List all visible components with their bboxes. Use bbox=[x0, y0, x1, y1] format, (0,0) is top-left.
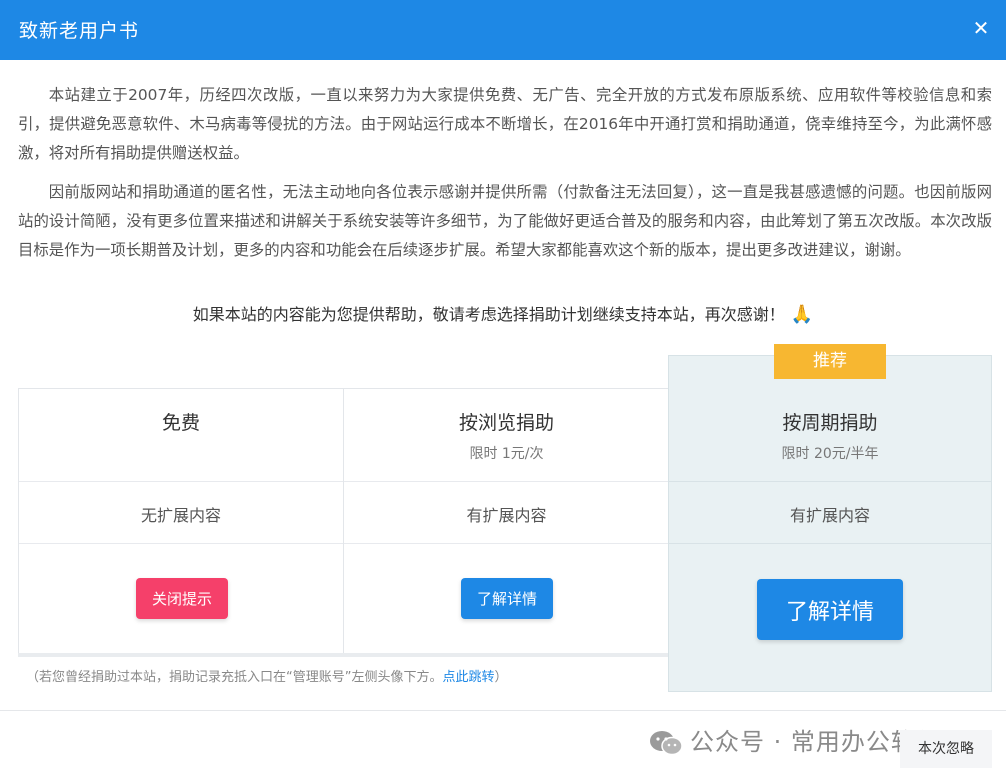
row-divider bbox=[19, 481, 343, 482]
note-text: （若您曾经捐助过本站，捐助记录充抵入口在“管理账号”左侧头像下方。 bbox=[26, 670, 443, 685]
table-bottom-bar bbox=[18, 653, 668, 657]
plan-feature: 有扩展内容 bbox=[466, 506, 547, 525]
learn-more-button[interactable]: 了解详情 bbox=[461, 578, 553, 619]
plan-name: 按浏览捐助 bbox=[458, 412, 554, 434]
wechat-icon bbox=[650, 731, 683, 756]
note-tail: ） bbox=[494, 670, 508, 685]
donation-note: （若您曾经捐助过本站，捐助记录充抵入口在“管理账号”左侧头像下方。点此跳转） bbox=[26, 666, 508, 685]
thanks-line: 如果本站的内容能为您提供帮助，敬请考虑选择捐助计划继续支持本站，再次感谢！ 🙏 bbox=[0, 301, 1006, 325]
dialog-title: 致新老用户书 bbox=[19, 20, 140, 42]
intro-paragraph-1: 本站建立于2007年，历经四次改版，一直以来努力为大家提供免费、无广告、完全开放… bbox=[18, 86, 992, 162]
footer-divider bbox=[0, 710, 1006, 711]
skip-this-time-button[interactable]: 本次忽略 bbox=[900, 730, 992, 768]
recommended-badge: 推荐 bbox=[774, 344, 886, 379]
plan-feature: 无扩展内容 bbox=[140, 506, 221, 525]
row-divider bbox=[669, 543, 991, 544]
plan-column-periodic: 按周期捐助 限时 20元/半年 有扩展内容 了解详情 bbox=[668, 355, 992, 692]
plan-price: 限时 20元/半年 bbox=[781, 446, 879, 462]
learn-more-featured-button[interactable]: 了解详情 bbox=[757, 579, 903, 640]
plan-name: 免费 bbox=[161, 412, 200, 434]
plan-column-free: 免费 无扩展内容 关闭提示 bbox=[19, 389, 344, 653]
thanks-text: 如果本站的内容能为您提供帮助，敬请考虑选择捐助计划继续支持本站，再次感谢！ bbox=[192, 305, 785, 324]
row-divider bbox=[344, 543, 669, 544]
row-divider bbox=[669, 481, 991, 482]
plans-table: 免费 无扩展内容 关闭提示 按浏览捐助 限时 1元/次 有扩展内容 了解详情 bbox=[18, 388, 669, 654]
dialog-header: 致新老用户书 ✕ bbox=[0, 0, 1006, 60]
plan-name: 按周期捐助 bbox=[782, 412, 878, 434]
close-tip-button[interactable]: 关闭提示 bbox=[136, 578, 228, 619]
plan-feature: 有扩展内容 bbox=[789, 506, 870, 525]
jump-link[interactable]: 点此跳转 bbox=[442, 670, 494, 685]
row-divider bbox=[19, 543, 343, 544]
row-divider bbox=[344, 481, 669, 482]
watermark: 公众号 · 常用办公软件 bbox=[648, 722, 941, 757]
close-icon[interactable]: ✕ bbox=[970, 17, 992, 39]
plan-column-per-view: 按浏览捐助 限时 1元/次 有扩展内容 了解详情 bbox=[344, 389, 669, 653]
praying-hands-icon: 🙏 bbox=[790, 304, 814, 325]
intro-paragraph-2: 因前版网站和捐助通道的匿名性，无法主动地向各位表示感谢并提供所需（付款备注无法回… bbox=[18, 183, 992, 259]
plan-price: 限时 1元/次 bbox=[469, 446, 544, 462]
